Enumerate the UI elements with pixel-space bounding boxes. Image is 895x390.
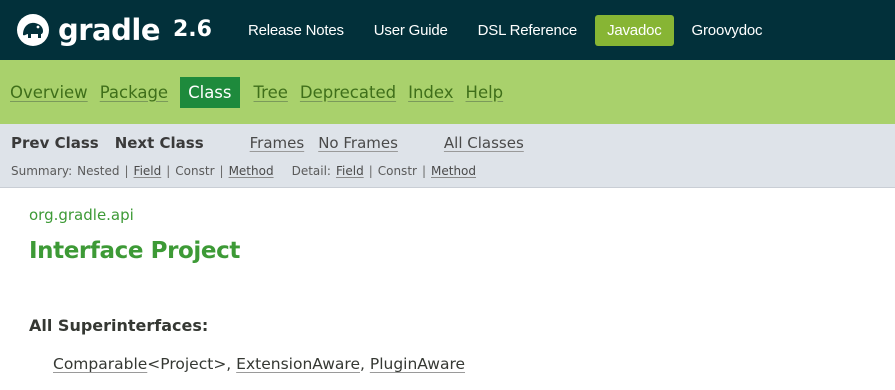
- superinterface-extensionaware-link[interactable]: ExtensionAware: [236, 355, 360, 373]
- gradle-logo-icon: [17, 14, 49, 46]
- nav-index[interactable]: Index: [408, 77, 453, 108]
- next-class-link: Next Class: [114, 134, 204, 152]
- nav-class: Class: [180, 76, 240, 108]
- prev-class-link: Prev Class: [11, 134, 99, 152]
- brand-version: 2.6: [173, 17, 212, 42]
- top-header: gradle 2.6 Release Notes User Guide DSL …: [0, 0, 895, 60]
- nav-deprecated[interactable]: Deprecated: [300, 77, 396, 108]
- top-nav: Release Notes User Guide DSL Reference J…: [236, 14, 780, 46]
- no-frames-link[interactable]: No Frames: [318, 134, 398, 152]
- frames-link[interactable]: Frames: [250, 134, 305, 152]
- superinterface-separator: ,: [359, 355, 370, 373]
- javadoc-navbar: Overview Package Class Tree Deprecated I…: [0, 60, 895, 124]
- superinterface-pluginaware-link[interactable]: PluginAware: [370, 355, 465, 373]
- detail-constr: Constr: [377, 164, 417, 178]
- top-nav-release-notes[interactable]: Release Notes: [236, 15, 356, 46]
- nav-tree[interactable]: Tree: [254, 77, 288, 108]
- all-classes-link[interactable]: All Classes: [444, 134, 524, 152]
- summary-nested: Nested: [77, 164, 120, 178]
- separator: |: [166, 164, 171, 178]
- nav-overview[interactable]: Overview: [10, 77, 88, 108]
- sub-navbar: Prev Class Next Class Frames No Frames A…: [0, 124, 895, 188]
- gradle-logo[interactable]: gradle 2.6: [16, 13, 212, 47]
- nav-package[interactable]: Package: [100, 77, 168, 108]
- package-name: org.gradle.api: [29, 206, 134, 224]
- detail-field-link[interactable]: Field: [336, 164, 364, 178]
- summary-field-link[interactable]: Field: [134, 164, 162, 178]
- detail-label: Detail:: [291, 164, 331, 178]
- page-title: Interface Project: [29, 238, 240, 264]
- top-nav-groovydoc[interactable]: Groovydoc: [680, 15, 775, 46]
- summary-label: Summary:: [11, 164, 73, 178]
- summary-method-link[interactable]: Method: [229, 164, 274, 178]
- superinterfaces-list: Comparable <Project>, ExtensionAware , P…: [53, 355, 465, 373]
- separator: |: [219, 164, 224, 178]
- separator: |: [368, 164, 373, 178]
- top-nav-dsl-reference[interactable]: DSL Reference: [466, 15, 589, 46]
- class-navigation-row: Prev Class Next Class Frames No Frames A…: [11, 134, 524, 152]
- summary-detail-row: Summary: Nested | Field | Constr | Metho…: [11, 164, 476, 178]
- superinterface-comparable-link[interactable]: Comparable: [53, 355, 147, 373]
- top-nav-javadoc[interactable]: Javadoc: [595, 14, 674, 46]
- superinterfaces-header: All Superinterfaces:: [29, 316, 209, 335]
- brand-name: gradle: [58, 12, 161, 47]
- nav-help[interactable]: Help: [466, 77, 504, 108]
- separator: |: [124, 164, 129, 178]
- top-nav-user-guide[interactable]: User Guide: [362, 15, 460, 46]
- summary-constr: Constr: [175, 164, 215, 178]
- superinterface-type-param: <Project>,: [147, 355, 237, 373]
- separator: |: [421, 164, 426, 178]
- detail-method-link[interactable]: Method: [431, 164, 476, 178]
